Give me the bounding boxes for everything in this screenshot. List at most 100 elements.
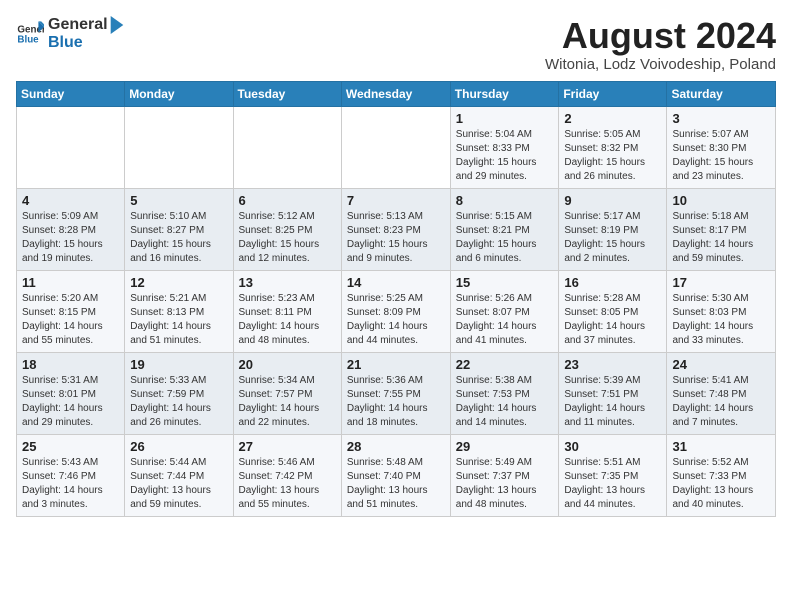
cell-content: Sunrise: 5:33 AM Sunset: 7:59 PM Dayligh…	[130, 374, 227, 430]
cell-content: Sunrise: 5:36 AM Sunset: 7:55 PM Dayligh…	[347, 374, 445, 430]
day-number: 31	[672, 439, 770, 454]
cell-content: Sunrise: 5:51 AM Sunset: 7:35 PM Dayligh…	[564, 456, 661, 512]
calendar-cell: 16 Sunrise: 5:28 AM Sunset: 8:05 PM Dayli…	[559, 270, 667, 352]
cell-content: Sunrise: 5:28 AM Sunset: 8:05 PM Dayligh…	[564, 292, 661, 348]
weekday-header-friday: Friday	[559, 81, 667, 106]
calendar-cell: 18 Sunrise: 5:31 AM Sunset: 8:01 PM Dayli…	[17, 352, 125, 434]
calendar-cell: 26 Sunrise: 5:44 AM Sunset: 7:44 PM Dayli…	[125, 434, 233, 516]
calendar-cell: 21 Sunrise: 5:36 AM Sunset: 7:55 PM Dayli…	[341, 352, 450, 434]
day-number: 24	[672, 357, 770, 372]
cell-content: Sunrise: 5:44 AM Sunset: 7:44 PM Dayligh…	[130, 456, 227, 512]
cell-content: Sunrise: 5:48 AM Sunset: 7:40 PM Dayligh…	[347, 456, 445, 512]
day-number: 17	[672, 275, 770, 290]
day-number: 30	[564, 439, 661, 454]
day-number: 8	[456, 193, 554, 208]
day-number: 1	[456, 111, 554, 126]
calendar-cell: 13Sunrise: 5:23 AM Sunset: 8:11 PM Dayli…	[233, 270, 341, 352]
calendar-cell: 15 Sunrise: 5:26 AM Sunset: 8:07 PM Dayli…	[450, 270, 559, 352]
calendar-cell: 5Sunrise: 5:10 AM Sunset: 8:27 PM Daylig…	[125, 188, 233, 270]
day-number: 9	[564, 193, 661, 208]
day-number: 14	[347, 275, 445, 290]
cell-content: Sunrise: 5:46 AM Sunset: 7:42 PM Dayligh…	[239, 456, 336, 512]
calendar-cell: 23Sunrise: 5:39 AM Sunset: 7:51 PM Dayli…	[559, 352, 667, 434]
cell-content: Sunrise: 5:26 AM Sunset: 8:07 PM Dayligh…	[456, 292, 554, 348]
weekday-header-wednesday: Wednesday	[341, 81, 450, 106]
logo-chevron-icon	[110, 16, 124, 34]
calendar-week-row: 25Sunrise: 5:43 AM Sunset: 7:46 PM Dayli…	[17, 434, 776, 516]
day-number: 29	[456, 439, 554, 454]
cell-content: Sunrise: 5:25 AM Sunset: 8:09 PM Dayligh…	[347, 292, 445, 348]
day-number: 6	[239, 193, 336, 208]
page-header: General Blue General Blue August 2024 Wi…	[16, 16, 776, 73]
day-number: 7	[347, 193, 445, 208]
calendar-week-row: 11 Sunrise: 5:20 AM Sunset: 8:15 PM Dayli…	[17, 270, 776, 352]
day-number: 25	[22, 439, 119, 454]
calendar-cell: 12Sunrise: 5:21 AM Sunset: 8:13 PM Dayli…	[125, 270, 233, 352]
calendar-cell: 19Sunrise: 5:33 AM Sunset: 7:59 PM Dayli…	[125, 352, 233, 434]
day-number: 26	[130, 439, 227, 454]
cell-content: Sunrise: 5:04 AM Sunset: 8:33 PM Dayligh…	[456, 128, 554, 184]
weekday-header-thursday: Thursday	[450, 81, 559, 106]
day-number: 20	[239, 357, 336, 372]
cell-content: Sunrise: 5:09 AM Sunset: 8:28 PM Dayligh…	[22, 210, 119, 266]
day-number: 10	[672, 193, 770, 208]
calendar-cell: 8 Sunrise: 5:15 AM Sunset: 8:21 PM Daylig…	[450, 188, 559, 270]
day-number: 13	[239, 275, 336, 290]
location: Witonia, Lodz Voivodeship, Poland	[545, 56, 776, 73]
day-number: 5	[130, 193, 227, 208]
calendar-cell: 9Sunrise: 5:17 AM Sunset: 8:19 PM Daylig…	[559, 188, 667, 270]
cell-content: Sunrise: 5:52 AM Sunset: 7:33 PM Dayligh…	[672, 456, 770, 512]
cell-content: Sunrise: 5:07 AM Sunset: 8:30 PM Dayligh…	[672, 128, 770, 184]
day-number: 16	[564, 275, 661, 290]
calendar-cell: 30 Sunrise: 5:51 AM Sunset: 7:35 PM Dayli…	[559, 434, 667, 516]
calendar-cell	[233, 106, 341, 188]
title-block: August 2024 Witonia, Lodz Voivodeship, P…	[545, 16, 776, 73]
calendar-cell: 20Sunrise: 5:34 AM Sunset: 7:57 PM Dayli…	[233, 352, 341, 434]
calendar-cell: 1 Sunrise: 5:04 AM Sunset: 8:33 PM Daylig…	[450, 106, 559, 188]
cell-content: Sunrise: 5:13 AM Sunset: 8:23 PM Dayligh…	[347, 210, 445, 266]
logo-icon: General Blue	[16, 20, 44, 48]
calendar-cell: 11 Sunrise: 5:20 AM Sunset: 8:15 PM Dayli…	[17, 270, 125, 352]
calendar-table: SundayMondayTuesdayWednesdayThursdayFrid…	[16, 81, 776, 517]
calendar-week-row: 18 Sunrise: 5:31 AM Sunset: 8:01 PM Dayli…	[17, 352, 776, 434]
calendar-week-row: 4 Sunrise: 5:09 AM Sunset: 8:28 PM Daylig…	[17, 188, 776, 270]
day-number: 15	[456, 275, 554, 290]
day-number: 28	[347, 439, 445, 454]
calendar-cell: 10 Sunrise: 5:18 AM Sunset: 8:17 PM Dayli…	[667, 188, 776, 270]
day-number: 3	[672, 111, 770, 126]
cell-content: Sunrise: 5:49 AM Sunset: 7:37 PM Dayligh…	[456, 456, 554, 512]
calendar-cell: 31 Sunrise: 5:52 AM Sunset: 7:33 PM Dayli…	[667, 434, 776, 516]
day-number: 11	[22, 275, 119, 290]
cell-content: Sunrise: 5:18 AM Sunset: 8:17 PM Dayligh…	[672, 210, 770, 266]
weekday-header-monday: Monday	[125, 81, 233, 106]
cell-content: Sunrise: 5:31 AM Sunset: 8:01 PM Dayligh…	[22, 374, 119, 430]
cell-content: Sunrise: 5:12 AM Sunset: 8:25 PM Dayligh…	[239, 210, 336, 266]
calendar-cell: 4 Sunrise: 5:09 AM Sunset: 8:28 PM Daylig…	[17, 188, 125, 270]
weekday-header-saturday: Saturday	[667, 81, 776, 106]
weekday-header-tuesday: Tuesday	[233, 81, 341, 106]
cell-content: Sunrise: 5:30 AM Sunset: 8:03 PM Dayligh…	[672, 292, 770, 348]
calendar-cell: 22 Sunrise: 5:38 AM Sunset: 7:53 PM Dayli…	[450, 352, 559, 434]
svg-text:Blue: Blue	[17, 34, 39, 45]
cell-content: Sunrise: 5:20 AM Sunset: 8:15 PM Dayligh…	[22, 292, 119, 348]
cell-content: Sunrise: 5:15 AM Sunset: 8:21 PM Dayligh…	[456, 210, 554, 266]
logo-blue-text: Blue	[48, 34, 124, 52]
logo: General Blue General Blue	[16, 16, 124, 52]
cell-content: Sunrise: 5:39 AM Sunset: 7:51 PM Dayligh…	[564, 374, 661, 430]
cell-content: Sunrise: 5:05 AM Sunset: 8:32 PM Dayligh…	[564, 128, 661, 184]
cell-content: Sunrise: 5:38 AM Sunset: 7:53 PM Dayligh…	[456, 374, 554, 430]
calendar-cell: 24Sunrise: 5:41 AM Sunset: 7:48 PM Dayli…	[667, 352, 776, 434]
logo-general-text: General	[48, 16, 108, 34]
calendar-header-row: SundayMondayTuesdayWednesdayThursdayFrid…	[17, 81, 776, 106]
calendar-cell: 28 Sunrise: 5:48 AM Sunset: 7:40 PM Dayli…	[341, 434, 450, 516]
calendar-cell	[125, 106, 233, 188]
day-number: 22	[456, 357, 554, 372]
day-number: 2	[564, 111, 661, 126]
day-number: 18	[22, 357, 119, 372]
day-number: 21	[347, 357, 445, 372]
day-number: 27	[239, 439, 336, 454]
calendar-cell: 29 Sunrise: 5:49 AM Sunset: 7:37 PM Dayli…	[450, 434, 559, 516]
day-number: 4	[22, 193, 119, 208]
calendar-cell: 7 Sunrise: 5:13 AM Sunset: 8:23 PM Daylig…	[341, 188, 450, 270]
calendar-cell: 14 Sunrise: 5:25 AM Sunset: 8:09 PM Dayli…	[341, 270, 450, 352]
